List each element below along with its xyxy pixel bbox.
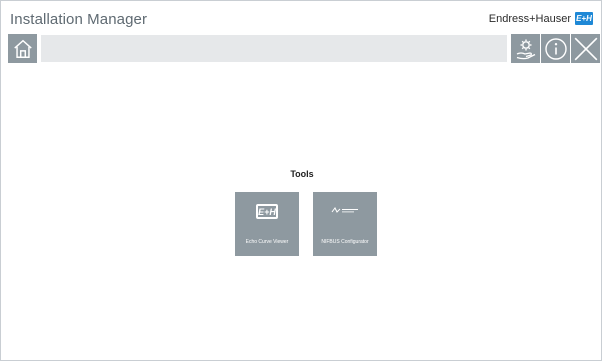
info-button[interactable] — [541, 34, 570, 63]
brand-name: Endress+Hauser — [488, 12, 571, 25]
home-button[interactable] — [8, 34, 37, 63]
eh-logo-icon: E+H — [256, 204, 278, 219]
settings-hand-icon — [516, 39, 535, 59]
tool-tile-echo-curve-viewer[interactable]: E+H Echo Curve Viewer — [235, 192, 299, 256]
brand: Endress+Hauser E+H — [489, 12, 593, 25]
tool-tile-label: Echo Curve Viewer — [245, 239, 289, 245]
tools-heading: Tools — [290, 169, 314, 179]
status-bar — [41, 35, 507, 62]
toolbar — [8, 34, 600, 63]
tool-tile-nifbus-configurator[interactable]: NIFBUS Configurator — [313, 192, 377, 256]
info-icon — [544, 37, 567, 60]
national-instruments-logo-icon — [331, 207, 358, 213]
brand-logo-icon: E+H — [575, 12, 593, 25]
tools-grid: E+H Echo Curve Viewer NIFBUS Configurato… — [235, 192, 377, 256]
tool-tile-label: NIFBUS Configurator — [321, 239, 369, 245]
app-title: Installation Manager — [10, 11, 148, 28]
close-button[interactable] — [571, 34, 600, 63]
settings-button[interactable] — [511, 34, 540, 63]
home-icon — [13, 39, 32, 58]
close-icon — [574, 37, 597, 60]
app-window: Installation Manager Endress+Hauser E+H — [0, 0, 602, 361]
